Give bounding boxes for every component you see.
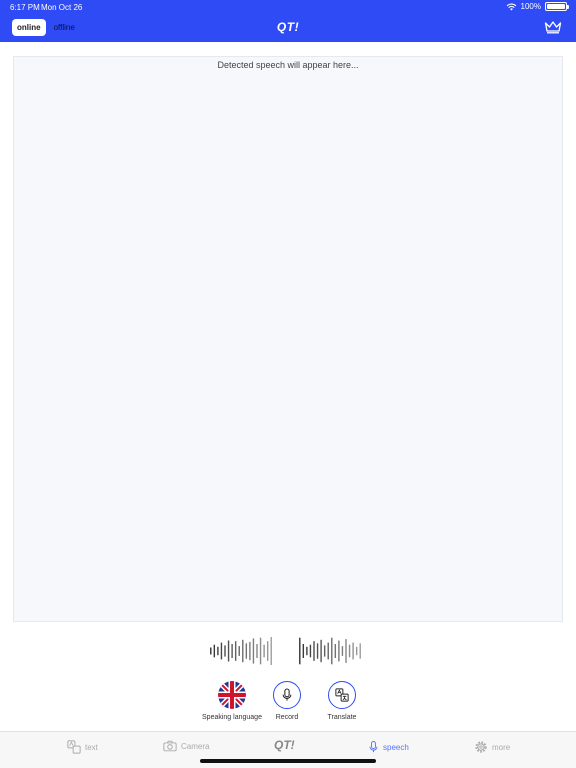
waveform-bar [270, 637, 272, 665]
waveform-bar [227, 640, 230, 662]
speaking-language-button[interactable] [218, 681, 246, 709]
waveform-bar [306, 646, 308, 656]
waveform-bar [213, 644, 216, 658]
waveform-bar [217, 646, 219, 656]
tab-home-logo[interactable]: QT! [274, 738, 295, 752]
waveform-bar [320, 639, 322, 663]
translate-label: Translate [327, 714, 357, 721]
waveform-bar [252, 638, 255, 664]
wifi-icon [506, 3, 516, 11]
home-indicator [200, 759, 376, 763]
waveform-bar [352, 642, 354, 660]
waveform-bar [327, 642, 329, 660]
waveform-bar [259, 637, 262, 665]
waveform-bar [256, 644, 258, 658]
waveform-bar [316, 643, 319, 659]
waveform-bar [231, 644, 233, 658]
tab-speech-label: speech [383, 742, 409, 752]
battery-icon [545, 2, 569, 11]
waveform-bar [242, 639, 244, 663]
waveform-bar [348, 644, 351, 658]
waveform-bar [210, 647, 212, 655]
waveform-bar [323, 645, 326, 657]
status-date: Mon Oct 26 [41, 3, 83, 12]
mode-toggle[interactable]: online offline [12, 19, 83, 36]
tab-speech[interactable]: speech [368, 740, 409, 754]
waveform-bar [299, 637, 301, 665]
tab-more[interactable]: more [474, 740, 510, 754]
waveform-bar [245, 643, 248, 659]
waveform-bar [302, 644, 305, 658]
speech-placeholder: Detected speech will appear here... [217, 60, 359, 70]
gear-icon [475, 741, 487, 753]
waveform-bar [224, 645, 226, 657]
waveform-bar [238, 646, 240, 656]
mode-online-button[interactable]: online [12, 19, 46, 36]
waveform-left [210, 637, 272, 665]
waveform-bar [341, 646, 344, 656]
tab-camera[interactable]: Camera [163, 740, 209, 752]
microphone-icon [282, 688, 292, 701]
microphone-icon [369, 741, 378, 753]
waveform-bar [334, 644, 337, 658]
uk-flag-icon [218, 681, 246, 709]
waveform-bar [266, 641, 269, 661]
waveform-bar [355, 646, 358, 656]
waveform-bar [249, 641, 251, 661]
waveform-bar [359, 643, 361, 659]
tab-text[interactable]: text [67, 740, 98, 754]
camera-icon [163, 740, 177, 752]
text-translate-icon [67, 740, 81, 754]
app-logo: QT! [276, 20, 300, 34]
status-time: 6:17 PM [10, 3, 40, 12]
crown-icon[interactable] [544, 20, 562, 34]
waveform-bar [313, 641, 315, 661]
battery-percent: 100% [520, 2, 541, 11]
waveform-right [299, 637, 361, 665]
speech-output-area[interactable] [13, 56, 563, 622]
translate-button[interactable] [328, 681, 356, 709]
waveform-bar [331, 637, 333, 665]
waveform-bar [338, 640, 340, 662]
translate-icon [335, 688, 349, 702]
waveform-bar [263, 644, 265, 658]
record-button[interactable] [273, 681, 301, 709]
waveform-bar [309, 644, 312, 658]
tab-more-label: more [492, 742, 511, 752]
waveform-bar [345, 639, 347, 663]
mode-offline-button[interactable]: offline [46, 19, 83, 36]
waveform-bar [234, 641, 237, 661]
app-header: 6:17 PM Mon Oct 26 100% online offline Q… [0, 0, 576, 42]
status-right: 100% [506, 2, 569, 11]
tab-text-label: text [85, 742, 98, 752]
tab-camera-label: Camera [181, 741, 210, 751]
waveform-bar [220, 642, 223, 660]
